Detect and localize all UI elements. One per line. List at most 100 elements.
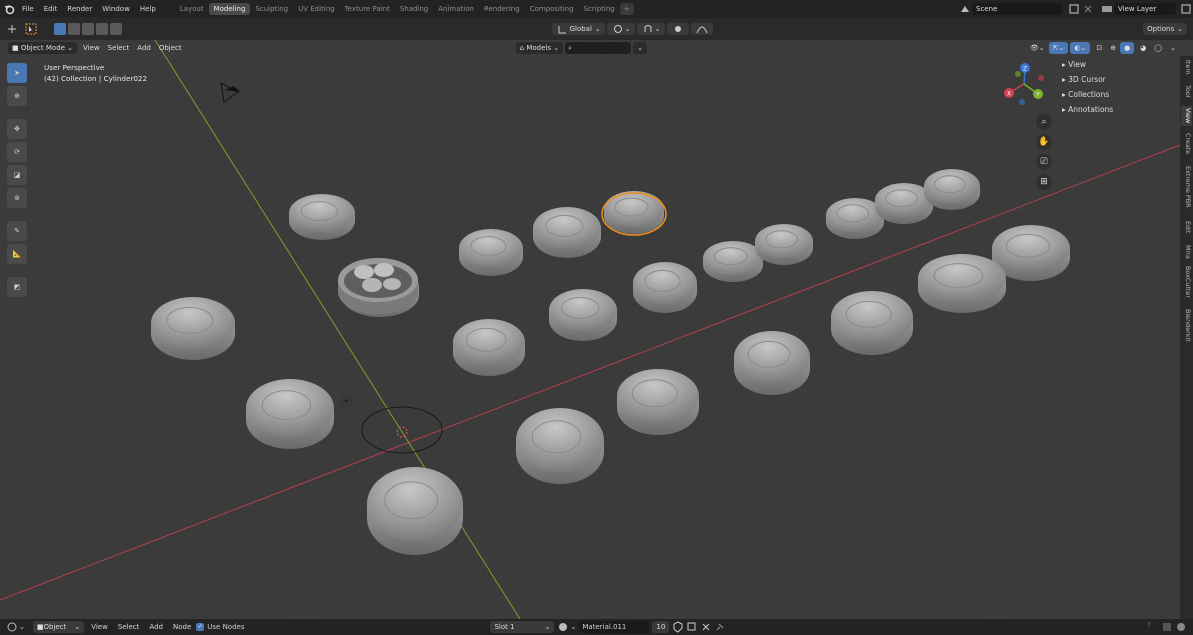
snap-dropdown[interactable]: ⌄: [636, 23, 665, 35]
tab-shading[interactable]: Shading: [395, 3, 433, 15]
viewport-menu-add[interactable]: Add: [133, 42, 155, 54]
pin-icon[interactable]: [714, 621, 726, 633]
select-intersect-icon[interactable]: [110, 23, 122, 35]
puck-object[interactable]: [617, 369, 699, 435]
puck-object[interactable]: [459, 229, 523, 276]
navigation-gizmo[interactable]: Z X Y ⌕ ✋ ⎚ ⊞: [1000, 60, 1052, 190]
question-icon[interactable]: ?: [1147, 621, 1159, 633]
overlay-toggle[interactable]: ◐⌄: [1070, 42, 1091, 54]
puck-object[interactable]: [918, 254, 1006, 313]
transform-tool-icon[interactable]: [6, 23, 18, 35]
puck-object[interactable]: [549, 289, 617, 341]
tab-animation[interactable]: Animation: [433, 3, 479, 15]
tab-sculpting[interactable]: Sculpting: [250, 3, 293, 15]
visibility-dropdown[interactable]: 👁⌄: [1026, 42, 1049, 54]
shading-material-button[interactable]: ◕: [1136, 42, 1150, 54]
viewport-menu-select[interactable]: Select: [104, 42, 134, 54]
tab-modeling[interactable]: Modeling: [208, 3, 251, 15]
delete-scene-icon[interactable]: [1082, 3, 1094, 15]
panel-3d-cursor[interactable]: ▸ 3D Cursor: [1054, 72, 1178, 87]
tab-uv-editing[interactable]: UV Editing: [293, 3, 340, 15]
shading-options-dropdown[interactable]: ⌄: [1166, 42, 1180, 54]
use-nodes-checkbox[interactable]: ✓ Use Nodes: [196, 623, 244, 631]
select-new-icon[interactable]: [54, 23, 66, 35]
collection-filter-dropdown[interactable]: ⌂ Models ⌄: [515, 42, 564, 54]
node-menu-select[interactable]: Select: [113, 623, 145, 631]
panel-collections[interactable]: ▸ Collections: [1054, 87, 1178, 102]
side-tab-view[interactable]: View: [1181, 106, 1192, 126]
puck-object[interactable]: [151, 297, 235, 360]
menu-window[interactable]: Window: [97, 5, 135, 13]
select-invert-icon[interactable]: [96, 23, 108, 35]
puck-object[interactable]: [831, 291, 913, 355]
menu-edit[interactable]: Edit: [39, 5, 63, 13]
puck-object[interactable]: [246, 379, 334, 449]
node-menu-view[interactable]: View: [86, 623, 113, 631]
tab-texture-paint[interactable]: Texture Paint: [340, 3, 395, 15]
slot-dropdown[interactable]: Slot 1 ⌄: [490, 621, 555, 633]
duplicate-material-icon[interactable]: [686, 621, 698, 633]
scene-icon[interactable]: [959, 3, 971, 15]
scale-tool-button[interactable]: ◪: [7, 165, 27, 185]
view-layer-icon[interactable]: [1101, 3, 1113, 15]
perspective-grid-icon[interactable]: ⊞: [1036, 174, 1052, 190]
move-tool-button[interactable]: ✥: [7, 119, 27, 139]
scene-selector[interactable]: Scene: [972, 3, 1062, 15]
3d-viewport[interactable]: ■ Object Mode ⌄ View Select Add Object ⌂ Mo…: [0, 40, 1193, 619]
cursor-tool-button[interactable]: ⊕: [7, 86, 27, 106]
node-menu-add[interactable]: Add: [144, 623, 168, 631]
tab-scripting[interactable]: Scripting: [579, 3, 620, 15]
select-box-icon[interactable]: [25, 23, 37, 35]
overlay-node-icon[interactable]: [1175, 621, 1187, 633]
tab-layout[interactable]: Layout: [175, 3, 209, 15]
snap-node-icon[interactable]: [1161, 621, 1173, 633]
new-view-layer-icon[interactable]: [1180, 3, 1192, 15]
filter-toggle[interactable]: ⌄: [633, 42, 647, 54]
puck-object[interactable]: [289, 194, 355, 240]
puck-object[interactable]: [516, 408, 604, 484]
annotate-tool-button[interactable]: ✎: [7, 221, 27, 241]
viewport-menu-view[interactable]: View: [79, 42, 104, 54]
menu-help[interactable]: Help: [135, 5, 161, 13]
select-extend-icon[interactable]: [68, 23, 80, 35]
unlink-material-icon[interactable]: [700, 621, 712, 633]
pivot-dropdown[interactable]: ⌄: [606, 23, 635, 35]
puck-object[interactable]: [367, 467, 463, 555]
side-tab-mira[interactable]: Mira: [1181, 242, 1192, 262]
puck-object[interactable]: [633, 262, 697, 313]
material-sphere-icon[interactable]: [557, 621, 569, 633]
shader-type-dropdown[interactable]: ■ Object ⌄: [32, 621, 85, 633]
material-name-field[interactable]: Material.011: [579, 621, 650, 633]
add-cube-tool-button[interactable]: ◩: [7, 277, 27, 297]
fake-user-shield-icon[interactable]: [672, 621, 684, 633]
mode-dropdown[interactable]: ■ Object Mode ⌄: [8, 42, 78, 54]
menu-render[interactable]: Render: [62, 5, 97, 13]
shading-wireframe-button[interactable]: ⊕: [1106, 42, 1120, 54]
menu-file[interactable]: File: [17, 5, 39, 13]
tab-compositing[interactable]: Compositing: [525, 3, 579, 15]
puck-object[interactable]: [533, 207, 601, 258]
view-layer-selector[interactable]: View Layer: [1114, 3, 1176, 15]
shading-rendered-button[interactable]: ◯: [1150, 42, 1166, 54]
open-container-object[interactable]: [338, 258, 418, 314]
puck-object[interactable]: [755, 224, 813, 265]
panel-annotations[interactable]: ▸ Annotations: [1054, 102, 1178, 117]
blender-logo-icon[interactable]: [4, 3, 16, 15]
viewport-menu-object[interactable]: Object: [155, 42, 186, 54]
falloff-dropdown[interactable]: [690, 23, 713, 35]
pan-hand-icon[interactable]: ✋: [1036, 134, 1052, 150]
material-users-count[interactable]: 10: [652, 621, 670, 633]
puck-object[interactable]: [703, 241, 763, 282]
side-tab-blenderkit[interactable]: Blenderkit: [1181, 302, 1192, 348]
puck-object[interactable]: [453, 319, 525, 376]
orientation-dropdown[interactable]: Global ⌄: [551, 23, 605, 35]
side-tab-item[interactable]: Item: [1181, 58, 1192, 76]
new-scene-icon[interactable]: [1068, 3, 1080, 15]
node-menu-node[interactable]: Node: [168, 623, 196, 631]
side-tab-extreme-pbr[interactable]: Extreme PBR: [1181, 162, 1192, 212]
tab-rendering[interactable]: Rendering: [479, 3, 525, 15]
transform-tool-button[interactable]: ⊛: [7, 188, 27, 208]
select-tool-button[interactable]: ➤: [7, 63, 27, 83]
side-tab-create[interactable]: Create: [1181, 128, 1192, 160]
puck-object[interactable]: [734, 331, 810, 395]
